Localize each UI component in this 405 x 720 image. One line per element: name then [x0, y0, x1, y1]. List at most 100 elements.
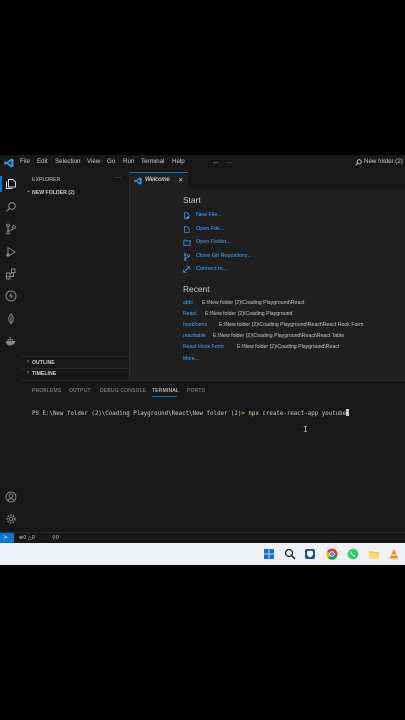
mongodb-leaf-icon[interactable]: [5, 313, 17, 325]
folder-icon: [183, 239, 191, 246]
terminal-args: create-react-app youtube: [262, 411, 347, 417]
search-sidebar-icon[interactable]: [5, 201, 17, 213]
start-item-label: Open Folder...: [196, 239, 231, 245]
ports-count: 0: [55, 535, 59, 541]
explorer-files-icon[interactable]: [5, 178, 17, 190]
menu-run[interactable]: Run: [123, 158, 134, 165]
file-explorer-icon[interactable]: [368, 548, 380, 560]
new-file-icon: [184, 212, 190, 219]
recent-item[interactable]: reacttable E:\New folder (2)\Coading Pla…: [183, 333, 403, 342]
recent-path: E:\New folder (2)\Coading Playground\Rea…: [213, 333, 345, 339]
recent-path: E:\New folder (2)\Coading Playground: [205, 311, 293, 317]
more-recent-link[interactable]: More...: [183, 356, 199, 362]
explorer-header: EXPLORER: [32, 177, 61, 183]
back-arrow-icon[interactable]: ←: [212, 157, 220, 166]
git-branch-icon: [183, 253, 190, 261]
clone-git-link[interactable]: Clone Git Repository...: [183, 252, 273, 262]
outline-section[interactable]: › OUTLINE: [24, 358, 124, 368]
remote-connect-icon: [183, 266, 190, 273]
terminal-prompt: PS E:\New folder (2)\Coading Playground\…: [32, 411, 245, 417]
error-count: 0: [23, 535, 27, 541]
outline-label: OUTLINE: [32, 360, 55, 366]
windows-taskbar: [0, 543, 405, 565]
recent-item[interactable]: React E:\New folder (2)\Coading Playgrou…: [183, 311, 403, 320]
menu-edit[interactable]: Edit: [37, 158, 48, 165]
active-indicator: [0, 176, 2, 192]
security-shield-icon[interactable]: [304, 548, 316, 560]
menu-file[interactable]: File: [20, 158, 30, 165]
whatsapp-icon[interactable]: [347, 548, 359, 560]
problems-status[interactable]: ⊗0 △0: [19, 535, 49, 543]
tab-welcome[interactable]: Welcome ✕: [130, 172, 188, 190]
title-bar: File Edit Selection View Go Run Terminal…: [0, 155, 405, 173]
recent-path: E:\New folder (2)\Coading Playground\Rea…: [219, 322, 364, 328]
folder-section-header[interactable]: ⌄ NEW FOLDER (2): [24, 188, 124, 198]
ports-status[interactable]: ⚲0: [52, 535, 66, 543]
vlc-icon[interactable]: [388, 548, 400, 560]
search-icon: [355, 159, 362, 166]
chrome-icon[interactable]: [326, 548, 338, 560]
start-item-label: Open File...: [196, 226, 225, 232]
settings-gear-icon[interactable]: [5, 513, 17, 525]
menu-help[interactable]: Help: [172, 158, 185, 165]
source-control-icon[interactable]: [5, 223, 17, 235]
open-file-link[interactable]: Open File...: [183, 225, 273, 235]
chevron-right-icon: ›: [27, 359, 29, 365]
remote-icon: ≻: [3, 535, 9, 541]
status-bar: ≻ ⊗0 △0 ⚲0: [0, 532, 405, 543]
menu-terminal[interactable]: Terminal: [141, 158, 164, 165]
timeline-section[interactable]: › TIMELINE: [24, 369, 124, 379]
windows-start-icon[interactable]: [263, 548, 275, 560]
tab-terminal[interactable]: TERMINAL: [152, 388, 179, 394]
extensions-icon[interactable]: [5, 268, 17, 280]
recent-name: React Hook Form: [183, 344, 224, 350]
tab-debug-console[interactable]: DEBUG CONSOLE: [100, 388, 146, 394]
taskbar-search-icon[interactable]: [284, 548, 296, 560]
recent-item[interactable]: abhi E:\New folder (2)\Coading Playgroun…: [183, 300, 403, 309]
terminal-command: npx: [248, 411, 259, 417]
chevron-down-icon: ⌄: [26, 188, 32, 194]
menu-selection[interactable]: Selection: [55, 158, 80, 165]
account-icon[interactable]: [5, 491, 17, 503]
recent-heading: Recent: [183, 284, 210, 294]
forward-arrow-icon[interactable]: →: [225, 157, 233, 166]
tab-ports[interactable]: PORTS: [187, 388, 205, 394]
welcome-page: Start New File... Open File... Open Fold…: [130, 189, 405, 380]
remote-indicator[interactable]: ≻: [0, 533, 14, 543]
vscode-window: File Edit Selection View Go Run Terminal…: [0, 155, 405, 543]
run-debug-icon[interactable]: [5, 246, 17, 258]
start-item-label: Clone Git Repository...: [196, 253, 251, 259]
terminal-line[interactable]: PS E:\New folder (2)\Coading Playground\…: [32, 409, 402, 419]
timeline-label: TIMELINE: [32, 371, 57, 377]
active-tab-underline: [152, 396, 177, 397]
command-center-search[interactable]: New folder (2): [355, 158, 405, 169]
recent-path: E:\New folder (2)\Coading Playground\Rea…: [237, 344, 340, 350]
connect-to-link[interactable]: Connect to...: [183, 265, 273, 275]
activity-bar: [0, 172, 23, 532]
docker-icon[interactable]: [5, 335, 17, 347]
recent-name: reacttable: [183, 333, 206, 339]
chevron-right-icon: ›: [27, 370, 29, 376]
recent-item[interactable]: hookforms E:\New folder (2)\Coading Play…: [183, 322, 403, 331]
more-actions-icon[interactable]: ···: [115, 175, 121, 181]
folder-name: NEW FOLDER (2): [32, 190, 75, 196]
start-heading: Start: [183, 195, 201, 205]
menu-view[interactable]: View: [87, 158, 100, 165]
open-folder-link[interactable]: Open Folder...: [183, 238, 273, 248]
recent-name: abhi: [183, 300, 193, 306]
close-icon[interactable]: ✕: [178, 176, 183, 184]
text-cursor-ibeam-icon: I: [303, 425, 308, 434]
recent-item[interactable]: React Hook Form E:\New folder (2)\Coadin…: [183, 344, 403, 353]
explorer-sidebar: EXPLORER ··· ⌄ NEW FOLDER (2) › OUTLINE …: [22, 172, 130, 380]
open-file-icon: [184, 226, 190, 233]
new-file-link[interactable]: New File...: [183, 211, 273, 221]
bottom-panel: PROBLEMS OUTPUT DEBUG CONSOLE TERMINAL P…: [22, 380, 405, 533]
menu-go[interactable]: Go: [107, 158, 115, 165]
tab-output[interactable]: OUTPUT: [69, 388, 91, 394]
recent-name: React: [183, 311, 197, 317]
terminal-cursor: [346, 409, 350, 416]
divider: [22, 356, 129, 357]
vscode-tab-icon: [134, 177, 142, 185]
tab-problems[interactable]: PROBLEMS: [32, 388, 61, 394]
thunder-client-icon[interactable]: [5, 290, 17, 302]
